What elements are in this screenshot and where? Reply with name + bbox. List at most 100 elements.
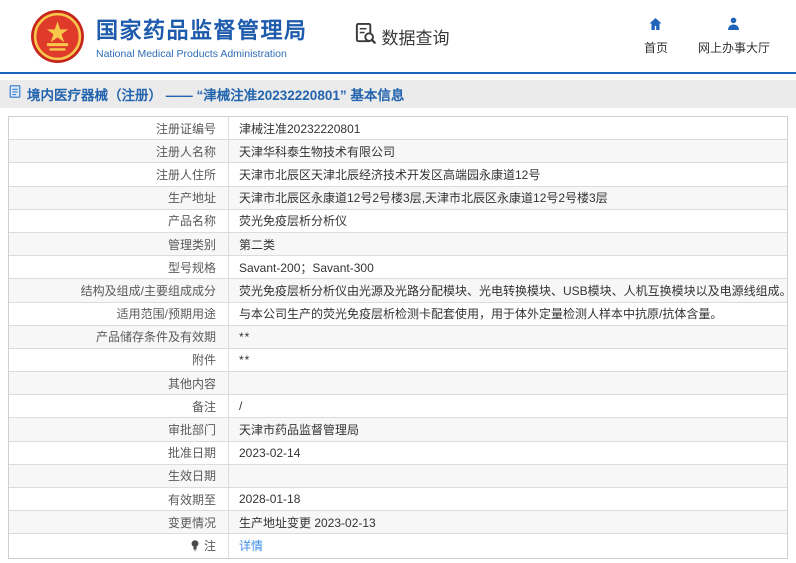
row-value: 津械注准20232220801 xyxy=(229,117,787,139)
row-label: 其他内容 xyxy=(9,372,229,395)
row-label-text: 适用范围/预期用途 xyxy=(116,307,216,322)
row-value xyxy=(229,465,787,487)
breadcrumb: 境内医疗器械（注册） —— “津械注准20232220801” 基本信息 xyxy=(0,80,796,108)
row-value: 天津市药品监督管理局 xyxy=(229,418,787,440)
row-label: 批准日期 xyxy=(9,441,229,464)
table-row: 审批部门 天津市药品监督管理局 xyxy=(9,418,787,442)
table-row: 管理类别 第二类 xyxy=(9,232,787,257)
row-label-text: 批准日期 xyxy=(167,446,216,461)
org-name-cn: 国家药品监督管理局 xyxy=(96,17,308,43)
row-label-text: 备注 xyxy=(191,399,216,414)
row-value-text: 天津华科泰生物技术有限公司 xyxy=(239,144,396,159)
row-label: 生效日期 xyxy=(9,464,229,487)
row-value-text: ** xyxy=(239,352,251,367)
site-header: 国家药品监督管理局 National Medical Products Admi… xyxy=(0,0,796,72)
document-search-icon xyxy=(354,22,377,50)
row-value-text: / xyxy=(239,399,243,414)
nav-service-hall[interactable]: 网上办事大厅 xyxy=(698,16,770,56)
brand: 国家药品监督管理局 National Medical Products Admi… xyxy=(30,9,308,64)
row-value-text: ** xyxy=(239,329,251,344)
row-value: 生产地址变更 2023-02-13 xyxy=(229,511,787,533)
row-label: 生产地址 xyxy=(9,186,229,209)
header-divider xyxy=(0,72,796,74)
row-value: 与本公司生产的荧光免疫层析检测卡配套使用，用于体外定量检测人样本中抗原/抗体含量… xyxy=(229,303,787,325)
row-label-text: 有效期至 xyxy=(167,492,216,507)
table-row: 变更情况 生产地址变更 2023-02-13 xyxy=(9,511,787,535)
table-row: 批准日期 2023-02-14 xyxy=(9,441,787,465)
row-label-text: 注 xyxy=(203,539,216,554)
nav-home[interactable]: 首页 xyxy=(644,16,668,56)
row-value: Savant-200；Savant-300 xyxy=(229,256,787,278)
row-value: 天津市北辰区永康道12号2号楼3层,天津市北辰区永康道12号2号楼3层 xyxy=(229,187,787,209)
row-label-text: 型号规格 xyxy=(167,260,216,275)
row-value-text: 生产地址变更 2023-02-13 xyxy=(239,515,376,530)
row-value: ** xyxy=(229,326,787,348)
org-name-en: National Medical Products Administration xyxy=(96,47,287,60)
row-value-text: 荧光免疫层析分析仪 xyxy=(239,214,348,229)
row-label: 注 xyxy=(9,534,229,558)
page-title: 境内医疗器械（注册） —— “津械注准20232220801” 基本信息 xyxy=(27,88,405,103)
row-value-text: 与本公司生产的荧光免疫层析检测卡配套使用，用于体外定量检测人样本中抗原/抗体含量… xyxy=(239,307,723,322)
table-row: 产品储存条件及有效期 ** xyxy=(9,325,787,349)
row-value-text: 第二类 xyxy=(239,237,276,252)
home-icon xyxy=(647,16,664,35)
row-value xyxy=(229,372,787,394)
row-value-text: 天津市药品监督管理局 xyxy=(239,423,360,438)
row-value-text: 天津市北辰区天津北辰经济技术开发区高端园永康道12号 xyxy=(239,167,541,182)
row-label: 型号规格 xyxy=(9,256,229,279)
row-label-text: 注册人住所 xyxy=(155,167,216,182)
row-label-text: 注册人名称 xyxy=(155,144,216,159)
row-value: 荧光免疫层析分析仪 xyxy=(229,210,787,232)
row-value: / xyxy=(229,395,787,417)
row-label: 有效期至 xyxy=(9,488,229,511)
row-label: 备注 xyxy=(9,395,229,418)
table-row: 产品名称 荧光免疫层析分析仪 xyxy=(9,209,787,233)
row-label: 变更情况 xyxy=(9,511,229,534)
detail-link[interactable]: 详情 xyxy=(239,537,263,554)
row-value-text: 天津市北辰区永康道12号2号楼3层,天津市北辰区永康道12号2号楼3层 xyxy=(239,191,608,206)
row-label: 产品储存条件及有效期 xyxy=(9,325,229,348)
table-row: 注 详情 xyxy=(9,534,787,558)
row-label: 结构及组成/主要组成成分 xyxy=(9,279,229,302)
row-label: 附件 xyxy=(9,348,229,372)
data-query-tab[interactable]: 数据查询 xyxy=(354,22,450,50)
row-label: 产品名称 xyxy=(9,209,229,232)
table-row: 其他内容 xyxy=(9,372,787,396)
row-value: 详情 xyxy=(229,534,787,557)
row-value: 荧光免疫层析分析仪由光源及光路分配模块、光电转换模块、USB模块、人机互换模块以… xyxy=(229,279,787,301)
table-row: 结构及组成/主要组成成分 荧光免疫层析分析仪由光源及光路分配模块、光电转换模块、… xyxy=(9,279,787,303)
row-label-text: 生效日期 xyxy=(167,469,216,484)
row-label-text: 结构及组成/主要组成成分 xyxy=(80,283,216,298)
header-nav: 首页 网上办事大厅 xyxy=(644,16,782,56)
table-row: 适用范围/预期用途 与本公司生产的荧光免疫层析检测卡配套使用，用于体外定量检测人… xyxy=(9,302,787,326)
row-label-text: 变更情况 xyxy=(167,515,216,530)
table-row: 生效日期 xyxy=(9,464,787,488)
row-label-text: 生产地址 xyxy=(167,191,216,206)
row-value: 2028-01-18 xyxy=(229,488,787,510)
row-label-text: 产品储存条件及有效期 xyxy=(95,330,216,345)
row-value: ** xyxy=(229,349,787,371)
row-label-text: 产品名称 xyxy=(167,214,216,229)
row-value: 第二类 xyxy=(229,233,787,255)
table-row: 有效期至 2028-01-18 xyxy=(9,488,787,512)
user-icon xyxy=(725,16,742,35)
row-label: 适用范围/预期用途 xyxy=(9,302,229,325)
row-label-text: 管理类别 xyxy=(167,237,216,252)
row-label: 管理类别 xyxy=(9,232,229,256)
row-label: 注册人名称 xyxy=(9,140,229,163)
row-value-text: 荧光免疫层析分析仪由光源及光路分配模块、光电转换模块、USB模块、人机互换模块以… xyxy=(239,283,787,298)
table-row: 型号规格 Savant-200；Savant-300 xyxy=(9,256,787,280)
brand-text: 国家药品监督管理局 National Medical Products Admi… xyxy=(96,13,308,60)
row-label: 注册人住所 xyxy=(9,163,229,186)
table-row: 注册人名称 天津华科泰生物技术有限公司 xyxy=(9,140,787,164)
row-label-text: 附件 xyxy=(191,353,216,368)
row-label-text: 审批部门 xyxy=(167,423,216,438)
row-value-text: 津械注准20232220801 xyxy=(239,121,361,136)
data-query-label: 数据查询 xyxy=(381,28,450,48)
row-label-text: 注册证编号 xyxy=(155,121,216,136)
row-value: 天津市北辰区天津北辰经济技术开发区高端园永康道12号 xyxy=(229,163,787,185)
national-emblem-logo xyxy=(30,9,85,64)
nav-home-label: 首页 xyxy=(643,41,668,55)
info-table: 注册证编号 津械注准20232220801 注册人名称 天津华科泰生物技术有限公… xyxy=(8,116,788,559)
table-row: 注册人住所 天津市北辰区天津北辰经济技术开发区高端园永康道12号 xyxy=(9,163,787,187)
